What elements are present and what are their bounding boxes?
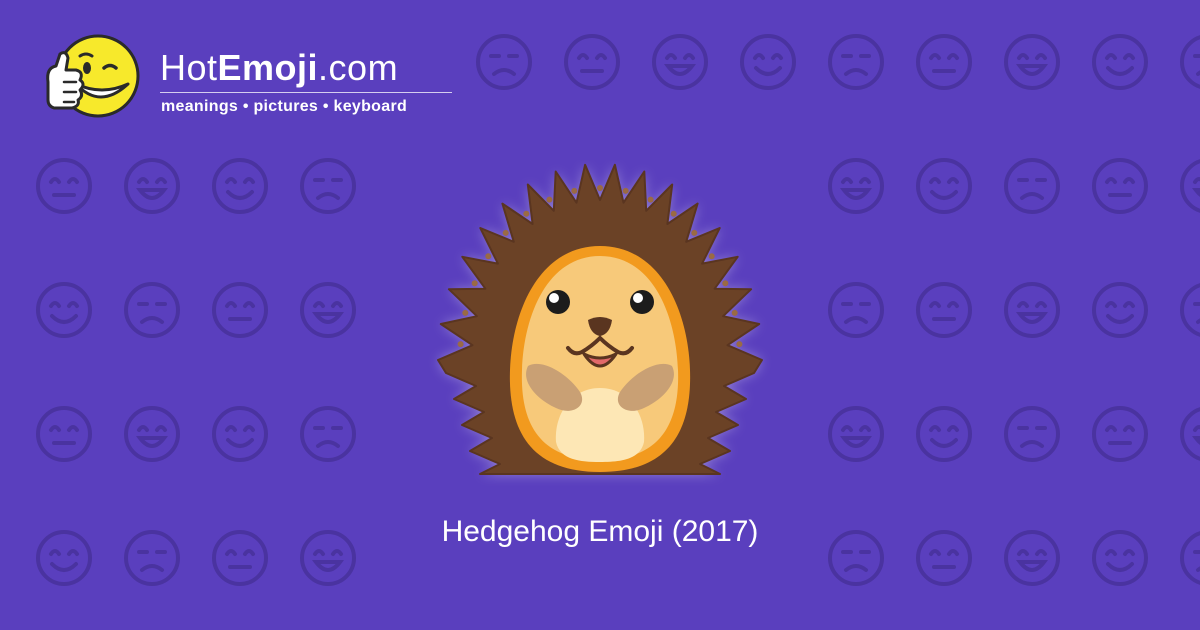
site-name-suffix: .com [318, 47, 399, 88]
background-emoji-icon [1004, 406, 1060, 462]
background-emoji-icon [1180, 283, 1200, 337]
emoji-caption: Hedgehog Emoji (2017) [441, 515, 759, 548]
background-emoji-icon [916, 158, 972, 214]
site-name[interactable]: HotEmoji.com [160, 48, 398, 88]
background-emoji-icon [1004, 282, 1060, 338]
background-emoji-icon [1092, 34, 1148, 90]
hedgehog-icon [437, 163, 763, 475]
background-emoji-icon [916, 406, 972, 462]
background-emoji-icon [300, 406, 356, 462]
background-emoji-icon [476, 34, 532, 90]
background-emoji-icon [212, 158, 268, 214]
background-emoji-icon [1092, 282, 1148, 338]
background-emoji-icon [1180, 35, 1200, 89]
background-emoji-icon [1092, 406, 1148, 462]
background-emoji-icon [828, 34, 884, 90]
background-emoji-icon [36, 282, 92, 338]
background-emoji-icon [916, 282, 972, 338]
background-emoji-icon [916, 34, 972, 90]
background-emoji-icon [124, 282, 180, 338]
background-emoji-icon [828, 158, 884, 214]
background-emoji-icon [828, 282, 884, 338]
background-emoji-icon [1180, 159, 1200, 213]
thumbs-up-smiley-logo-icon[interactable] [40, 34, 140, 126]
background-emoji-icon [124, 406, 180, 462]
background-emoji-icon [300, 282, 356, 338]
background-emoji-icon [1004, 34, 1060, 90]
background-emoji-icon [36, 406, 92, 462]
background-emoji-icon [652, 34, 708, 90]
background-emoji-icon [36, 158, 92, 214]
background-emoji-icon [300, 158, 356, 214]
background-emoji-icon [212, 406, 268, 462]
header-divider [160, 92, 452, 93]
site-header[interactable]: HotEmoji.com meanings • pictures • keybo… [40, 34, 470, 134]
background-emoji-icon [740, 34, 796, 90]
background-emoji-icon [828, 406, 884, 462]
background-emoji-icon [1004, 158, 1060, 214]
background-emoji-icon [212, 282, 268, 338]
background-emoji-icon [1092, 158, 1148, 214]
site-name-prefix: Hot [160, 47, 218, 88]
background-emoji-icon [1180, 407, 1200, 461]
site-tagline: meanings • pictures • keyboard [161, 98, 408, 115]
background-emoji-icon [124, 158, 180, 214]
site-name-bold: Emoji [217, 47, 319, 88]
background-emoji-icon [564, 34, 620, 90]
